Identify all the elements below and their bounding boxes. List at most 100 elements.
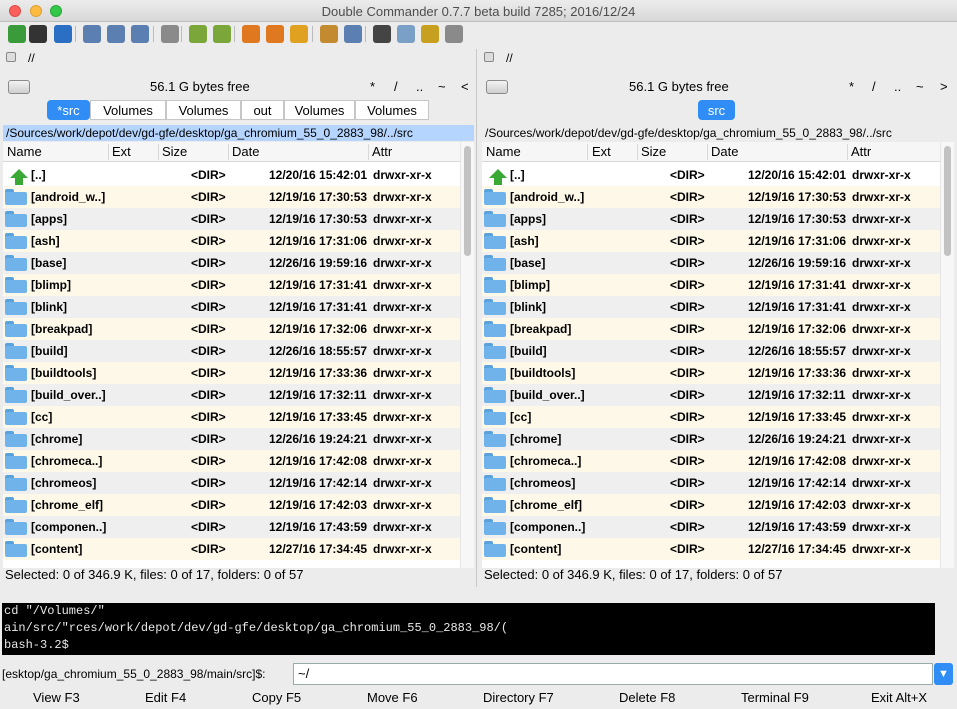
- table-row[interactable]: [chrome_elf] <DIR> 12/19/16 17:42:03 drwxr-…: [3, 494, 474, 516]
- table-row[interactable]: [ash] <DIR> 12/19/16 17:31:06 drwxr-xr-x: [482, 230, 954, 252]
- terminal-icon[interactable]: [29, 25, 47, 43]
- refresh-icon[interactable]: [8, 25, 26, 43]
- copy-path-button[interactable]: <: [461, 79, 469, 94]
- panel-splitter[interactable]: [476, 49, 477, 587]
- hotlist-icon[interactable]: [421, 25, 439, 43]
- col-size[interactable]: Size: [162, 144, 187, 159]
- table-row[interactable]: [chromeca..] <DIR> 12/19/16 17:42:08 drwxr-…: [3, 450, 474, 472]
- delete-button[interactable]: Delete F8: [619, 690, 675, 705]
- table-row[interactable]: [chrome] <DIR> 12/26/16 19:24:21 drwxr-xr-x: [3, 428, 474, 450]
- parent-button[interactable]: ..: [416, 79, 423, 94]
- edit-icon[interactable]: [397, 25, 415, 43]
- unpack-files-icon[interactable]: [344, 25, 362, 43]
- copy-button[interactable]: Copy F5: [252, 690, 301, 705]
- directory-button[interactable]: Directory F7: [483, 690, 554, 705]
- right-drive-bar[interactable]: //: [478, 50, 957, 68]
- clipboard-icon[interactable]: [445, 25, 463, 43]
- root-button[interactable]: *: [370, 79, 375, 94]
- table-row[interactable]: [blimp] <DIR> 12/19/16 17:31:41 drwxr-xr-x: [482, 274, 954, 296]
- table-row[interactable]: [chromeca..] <DIR> 12/19/16 17:42:08 drwxr-…: [482, 450, 954, 472]
- table-row[interactable]: [build_over..] <DIR> 12/19/16 17:32:11 drwx…: [482, 384, 954, 406]
- table-row[interactable]: [..] <DIR> 12/20/16 15:42:01 drwxr-xr-x: [482, 164, 954, 186]
- edit-button[interactable]: Edit F4: [145, 690, 186, 705]
- table-row[interactable]: [blink] <DIR> 12/19/16 17:31:41 drwxr-xr-x: [3, 296, 474, 318]
- search-files-icon[interactable]: [266, 25, 284, 43]
- scroll-thumb[interactable]: [464, 146, 471, 256]
- col-attr[interactable]: Attr: [372, 144, 392, 159]
- copy-path-button[interactable]: >: [940, 79, 948, 94]
- settings-icon[interactable]: [54, 25, 72, 43]
- table-row[interactable]: [chrome_elf] <DIR> 12/19/16 17:42:03 drwxr-…: [482, 494, 954, 516]
- table-row[interactable]: [content] <DIR> 12/27/16 17:34:45 drwxr-xr-…: [482, 538, 954, 560]
- table-row[interactable]: [blimp] <DIR> 12/19/16 17:31:41 drwxr-xr-x: [3, 274, 474, 296]
- tab-volumes[interactable]: Volumes: [355, 100, 429, 120]
- table-row[interactable]: [content] <DIR> 12/27/16 17:34:45 drwxr-xr-…: [3, 538, 474, 560]
- terminal-button[interactable]: Terminal F9: [741, 690, 809, 705]
- table-row[interactable]: [android_w..] <DIR> 12/19/16 17:30:53 drwxr…: [482, 186, 954, 208]
- slash-button[interactable]: /: [872, 79, 876, 94]
- table-row[interactable]: [buildtools] <DIR> 12/19/16 17:33:36 drwxr-…: [3, 362, 474, 384]
- chevron-down-icon[interactable]: ▼: [934, 663, 953, 685]
- table-row[interactable]: [build] <DIR> 12/26/16 18:55:57 drwxr-xr-x: [482, 340, 954, 362]
- home-button[interactable]: ~: [916, 79, 924, 94]
- table-row[interactable]: [buildtools] <DIR> 12/19/16 17:33:36 drwxr-…: [482, 362, 954, 384]
- view-button[interactable]: View F3: [33, 690, 80, 705]
- col-date[interactable]: Date: [711, 144, 738, 159]
- col-ext[interactable]: Ext: [112, 144, 131, 159]
- table-row[interactable]: [apps] <DIR> 12/19/16 17:30:53 drwxr-xr-x: [482, 208, 954, 230]
- table-row[interactable]: [componen..] <DIR> 12/19/16 17:43:59 drwxr-…: [482, 516, 954, 538]
- brief-view-icon[interactable]: [83, 25, 101, 43]
- right-file-list[interactable]: Name Ext Size Date Attr [..] <DIR> 12/20/1…: [482, 142, 954, 568]
- left-scrollbar[interactable]: [460, 142, 474, 568]
- binoculars-icon[interactable]: [373, 25, 391, 43]
- tab-src[interactable]: src: [698, 100, 735, 120]
- col-attr[interactable]: Attr: [851, 144, 871, 159]
- table-row[interactable]: [base] <DIR> 12/26/16 19:59:16 drwxr-xr-x: [482, 252, 954, 274]
- table-row[interactable]: [build] <DIR> 12/26/16 18:55:57 drwxr-xr-x: [3, 340, 474, 362]
- col-ext[interactable]: Ext: [592, 144, 611, 159]
- table-row[interactable]: [..] <DIR> 12/20/16 15:42:01 drwxr-xr-x: [3, 164, 474, 186]
- table-row[interactable]: [blink] <DIR> 12/19/16 17:31:41 drwxr-xr-x: [482, 296, 954, 318]
- left-file-list[interactable]: Name Ext Size Date Attr [..] <DIR> 12/20/1…: [3, 142, 474, 568]
- right-path-bar[interactable]: /Sources/work/depot/dev/gd-gfe/desktop/g…: [482, 125, 954, 141]
- table-row[interactable]: [ash] <DIR> 12/19/16 17:31:06 drwxr-xr-x: [3, 230, 474, 252]
- columns-view-icon[interactable]: [107, 25, 125, 43]
- copy-left-icon[interactable]: [189, 25, 207, 43]
- tree-view-icon[interactable]: [161, 25, 179, 43]
- pack-files-icon[interactable]: [320, 25, 338, 43]
- parent-button[interactable]: ..: [894, 79, 901, 94]
- tab-volumes[interactable]: Volumes: [284, 100, 355, 120]
- table-row[interactable]: [apps] <DIR> 12/19/16 17:30:53 drwxr-xr-x: [3, 208, 474, 230]
- table-row[interactable]: [breakpad] <DIR> 12/19/16 17:32:06 drwxr-xr…: [3, 318, 474, 340]
- col-size[interactable]: Size: [641, 144, 666, 159]
- tab-volumes[interactable]: Volumes: [166, 100, 241, 120]
- root-button[interactable]: *: [849, 79, 854, 94]
- table-row[interactable]: [chromeos] <DIR> 12/19/16 17:42:14 drwxr-xr…: [482, 472, 954, 494]
- tab-src[interactable]: *src: [47, 100, 90, 120]
- table-row[interactable]: [componen..] <DIR> 12/19/16 17:43:59 drwxr-…: [3, 516, 474, 538]
- col-date[interactable]: Date: [232, 144, 259, 159]
- table-row[interactable]: [android_w..] <DIR> 12/19/16 17:30:53 drwxr…: [3, 186, 474, 208]
- copy-right-icon[interactable]: [213, 25, 231, 43]
- left-path-bar[interactable]: /Sources/work/depot/dev/gd-gfe/desktop/g…: [3, 125, 474, 141]
- thumbnail-view-icon[interactable]: [131, 25, 149, 43]
- table-row[interactable]: [chrome] <DIR> 12/26/16 19:24:21 drwxr-xr-x: [482, 428, 954, 450]
- tab-volumes[interactable]: Volumes: [90, 100, 166, 120]
- col-name[interactable]: Name: [7, 144, 42, 159]
- table-row[interactable]: [cc] <DIR> 12/19/16 17:33:45 drwxr-xr-x: [482, 406, 954, 428]
- col-name[interactable]: Name: [486, 144, 521, 159]
- multi-rename-icon[interactable]: [242, 25, 260, 43]
- scroll-thumb[interactable]: [944, 146, 951, 256]
- table-row[interactable]: [base] <DIR> 12/26/16 19:59:16 drwxr-xr-x: [3, 252, 474, 274]
- table-row[interactable]: [build_over..] <DIR> 12/19/16 17:32:11 drwx…: [3, 384, 474, 406]
- table-row[interactable]: [chromeos] <DIR> 12/19/16 17:42:14 drwxr-xr…: [3, 472, 474, 494]
- exit-button[interactable]: Exit Alt+X: [871, 690, 927, 705]
- table-row[interactable]: [breakpad] <DIR> 12/19/16 17:32:06 drwxr-xr…: [482, 318, 954, 340]
- table-row[interactable]: [cc] <DIR> 12/19/16 17:33:45 drwxr-xr-x: [3, 406, 474, 428]
- move-button[interactable]: Move F6: [367, 690, 418, 705]
- terminal-output[interactable]: cd "/Volumes/" ain/src/"rces/work/depot/…: [2, 603, 935, 655]
- sync-dirs-icon[interactable]: [290, 25, 308, 43]
- slash-button[interactable]: /: [394, 79, 398, 94]
- right-scrollbar[interactable]: [940, 142, 954, 568]
- tab-out[interactable]: out: [241, 100, 284, 120]
